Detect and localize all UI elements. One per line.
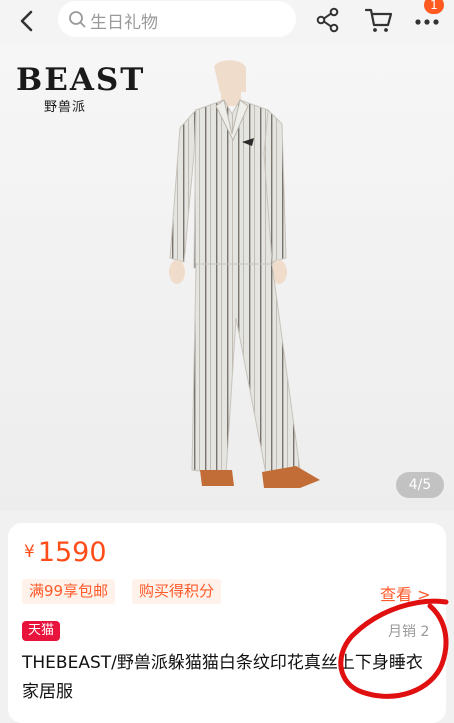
share-icon bbox=[316, 7, 339, 33]
promo-tag-points[interactable]: 购买得积分 bbox=[132, 579, 222, 604]
search-icon bbox=[69, 11, 86, 28]
product-photo-pajamas bbox=[169, 60, 320, 488]
tmall-badge: 天猫 bbox=[22, 621, 61, 641]
product-image-gallery[interactable]: BEAST 野兽派 4/5 bbox=[0, 44, 454, 511]
view-more-link[interactable]: 查看 > bbox=[380, 581, 431, 605]
brand-name: BEAST bbox=[16, 62, 146, 98]
back-icon bbox=[20, 10, 33, 32]
price: ¥1590 bbox=[24, 537, 107, 568]
brand-logo: BEAST 野兽派 bbox=[16, 64, 145, 115]
price-currency: ¥ bbox=[24, 542, 35, 562]
share-button[interactable] bbox=[314, 6, 342, 34]
product-title: THEBEAST/野兽派躲猫猫白条纹印花真丝上下身睡衣家居服 bbox=[22, 653, 423, 702]
search-placeholder: 生日礼物 bbox=[90, 13, 158, 33]
top-bar: 生日礼物 bbox=[0, 0, 454, 44]
brand-subtitle: 野兽派 bbox=[44, 100, 87, 115]
promo-tag-free-shipping[interactable]: 满99享包邮 bbox=[22, 579, 116, 604]
search-box[interactable]: 生日礼物 bbox=[58, 1, 296, 37]
back-button[interactable] bbox=[14, 8, 40, 34]
monthly-sales: 月销 2 bbox=[388, 624, 430, 640]
product-info-card: ¥1590 满99享包邮 购买得积分 查看 > 天猫 月销 2 THEBEAST… bbox=[8, 523, 446, 723]
price-value: 1590 bbox=[37, 537, 107, 568]
cart-icon bbox=[364, 8, 393, 32]
image-pager: 4/5 bbox=[396, 472, 444, 498]
cart-button[interactable] bbox=[364, 5, 394, 35]
